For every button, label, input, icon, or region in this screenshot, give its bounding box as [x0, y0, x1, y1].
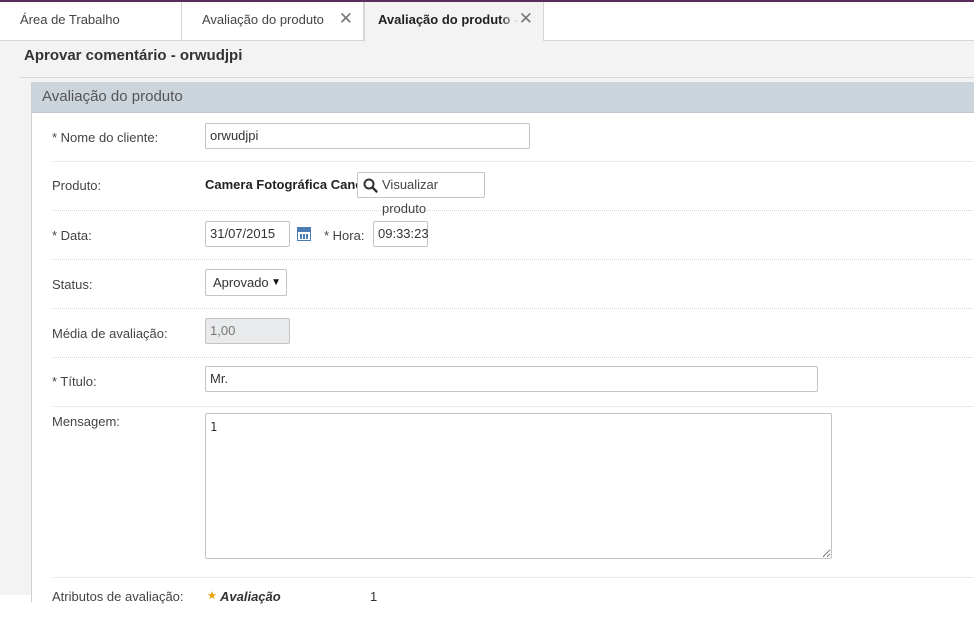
attributes-row: Atributos de avaliação: ★ Avaliação 1 [52, 578, 974, 618]
date-input[interactable]: 31/07/2015 [205, 221, 290, 247]
title-divider [20, 77, 974, 78]
attributes-label: Atributos de avaliação: [52, 589, 184, 604]
close-icon[interactable]: ✕ [519, 2, 533, 37]
view-product-button[interactable]: Visualizar produto [357, 172, 485, 216]
page-content: Aprovar comentário - orwudjpi Avaliação … [0, 41, 974, 604]
message-label: Mensagem: [52, 414, 120, 429]
status-value: Aprovado [213, 275, 269, 290]
title-row: * Título: Mr. [52, 358, 974, 407]
title-label: * Título: [52, 374, 97, 389]
customer-row: * Nome do cliente: orwudjpi [52, 113, 974, 162]
status-row: Status: Aprovado ▼ [52, 260, 974, 309]
message-textarea[interactable]: 1 [205, 413, 832, 559]
rating-row: Média de avaliação: 1,00 [52, 309, 974, 358]
star-icon: ★ [207, 590, 217, 602]
product-row: Produto: Camera Fotográfica Canon Visual… [52, 162, 974, 216]
customer-name-input[interactable]: orwudjpi [205, 123, 530, 149]
attribute-value: 1 [370, 589, 378, 604]
time-label: * Hora: [324, 228, 365, 243]
tab-label: Área de Trabalho [20, 12, 120, 27]
tab-label: Avaliação do produto - orwudjpi [378, 2, 518, 38]
time-input[interactable]: 09:33:23 [373, 221, 429, 247]
date-label: * Data: [52, 228, 92, 243]
tab-product-review-detail[interactable]: Avaliação do produto - orwudjpi ✕ [364, 2, 544, 41]
panel-header: Avaliação do produto [32, 82, 974, 113]
tab-dashboard[interactable]: Área de Trabalho [0, 2, 182, 40]
tab-bar: Área de Trabalho Avaliação do produto ✕ … [0, 2, 974, 41]
product-name: Camera Fotográfica Canon [205, 177, 372, 192]
message-row: Mensagem: 1 [52, 407, 974, 578]
review-title-input[interactable]: Mr. [205, 366, 818, 392]
tab-label: Avaliação do produto [202, 12, 324, 27]
product-label: Produto: [52, 178, 102, 193]
calendar-icon[interactable] [297, 227, 311, 241]
close-icon[interactable]: ✕ [339, 2, 353, 37]
caret-down-icon: ▼ [271, 277, 281, 288]
tab-product-reviews[interactable]: Avaliação do produto ✕ [182, 2, 364, 40]
rating-average-input: 1,00 [205, 318, 290, 344]
rating-label: Média de avaliação: [52, 326, 168, 341]
panel-title: Avaliação do produto [42, 88, 183, 105]
search-icon [363, 178, 378, 193]
customer-label: * Nome do cliente: [52, 130, 159, 145]
date-row: * Data: 31/07/2015 * Hora: 09:33:23 [52, 211, 974, 260]
status-select[interactable]: Aprovado ▼ [205, 269, 287, 296]
attribute-name: Avaliação [220, 589, 281, 604]
review-panel: Avaliação do produto * Nome do cliente: … [31, 82, 974, 604]
status-label: Status: [52, 277, 93, 292]
page-title: Aprovar comentário - orwudjpi [24, 47, 243, 64]
